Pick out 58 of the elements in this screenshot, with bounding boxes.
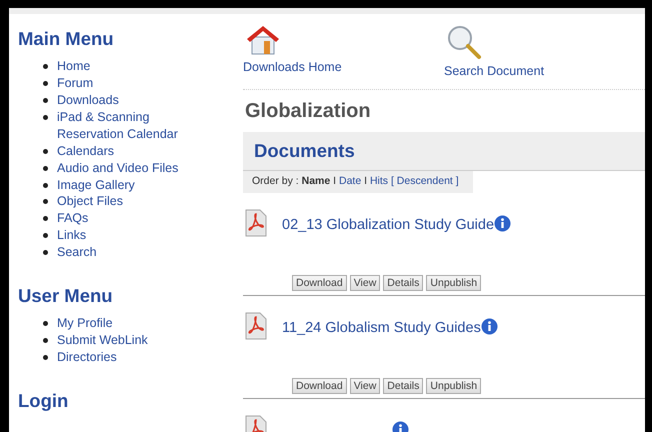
bullet-icon: [43, 81, 48, 86]
toolbar-link[interactable]: Search Document: [444, 62, 544, 81]
bullet-icon: [43, 338, 48, 344]
document-action-button[interactable]: Unpublish: [426, 274, 482, 291]
document-link[interactable]: 02_13 Globalization Study Guide: [282, 214, 512, 236]
bullet-icon: [43, 355, 48, 360]
menu-heading: User Menu: [18, 285, 114, 308]
toolbar-link[interactable]: Downloads Home: [243, 58, 342, 77]
document-action-button[interactable]: Download: [292, 274, 347, 291]
bullet-icon: [43, 182, 48, 188]
sort-link[interactable]: Date: [338, 174, 362, 187]
separator: I: [363, 174, 368, 187]
separator: I: [332, 174, 338, 187]
category-title: Globalization: [245, 98, 372, 124]
order-by-label: Order by :: [252, 174, 300, 187]
menu-link[interactable]: Audio and Video Files: [57, 160, 178, 177]
bullet-icon: [43, 64, 48, 70]
section-title: Documents: [254, 140, 356, 162]
bullet-icon: [43, 98, 48, 103]
menu-link[interactable]: FAQs: [57, 210, 88, 228]
menu-link[interactable]: Links: [57, 227, 86, 244]
menu-link[interactable]: My Profile: [57, 315, 113, 332]
document-action-button[interactable]: Download: [292, 378, 347, 394]
menu-link[interactable]: Calendars: [57, 142, 114, 160]
bullet-icon: [43, 233, 48, 238]
sort-link[interactable]: Hits: [370, 174, 388, 187]
pdf-file-icon: [245, 208, 267, 237]
bullet-icon: [43, 148, 48, 154]
document-action-button[interactable]: Unpublish: [426, 378, 482, 394]
bullet-icon: [43, 216, 48, 222]
document-action-button[interactable]: View: [350, 274, 380, 291]
bullet-icon: [43, 166, 48, 171]
sort-direction-link[interactable]: [ Descendent ]: [388, 174, 459, 187]
menu-link[interactable]: Home: [57, 58, 90, 76]
document-action-button[interactable]: View: [350, 378, 380, 394]
bullet-icon: [43, 199, 48, 204]
menu-link[interactable]: Submit WebLink: [57, 332, 148, 350]
menu-link[interactable]: Downloads: [57, 92, 119, 109]
bullet-icon: [43, 114, 48, 120]
sort-option[interactable]: Name: [302, 174, 330, 187]
house-icon: [245, 24, 281, 56]
bullet-icon: [43, 250, 48, 256]
menu-link[interactable]: Image Gallery: [57, 176, 135, 194]
menu-link[interactable]: iPad & Scanning Reservation Calendar: [57, 108, 207, 143]
bullet-icon: [43, 321, 48, 326]
document-link[interactable]: 11_24 Globalism Study Guides: [282, 318, 498, 340]
pdf-file-icon: [245, 312, 267, 340]
menu-link[interactable]: Directories: [57, 349, 117, 366]
menu-link[interactable]: Forum: [57, 75, 94, 92]
document-action-button[interactable]: Details: [383, 274, 424, 291]
menu-heading: Login: [18, 390, 70, 412]
info-icon[interactable]: [480, 318, 498, 335]
menu-link[interactable]: Object Files: [57, 193, 123, 210]
menu-heading: Main Menu: [18, 28, 115, 50]
document-action-button[interactable]: Details: [383, 378, 424, 394]
info-icon[interactable]: [494, 214, 512, 232]
menu-link[interactable]: Search: [57, 244, 97, 262]
magnifier-icon: [446, 24, 482, 60]
